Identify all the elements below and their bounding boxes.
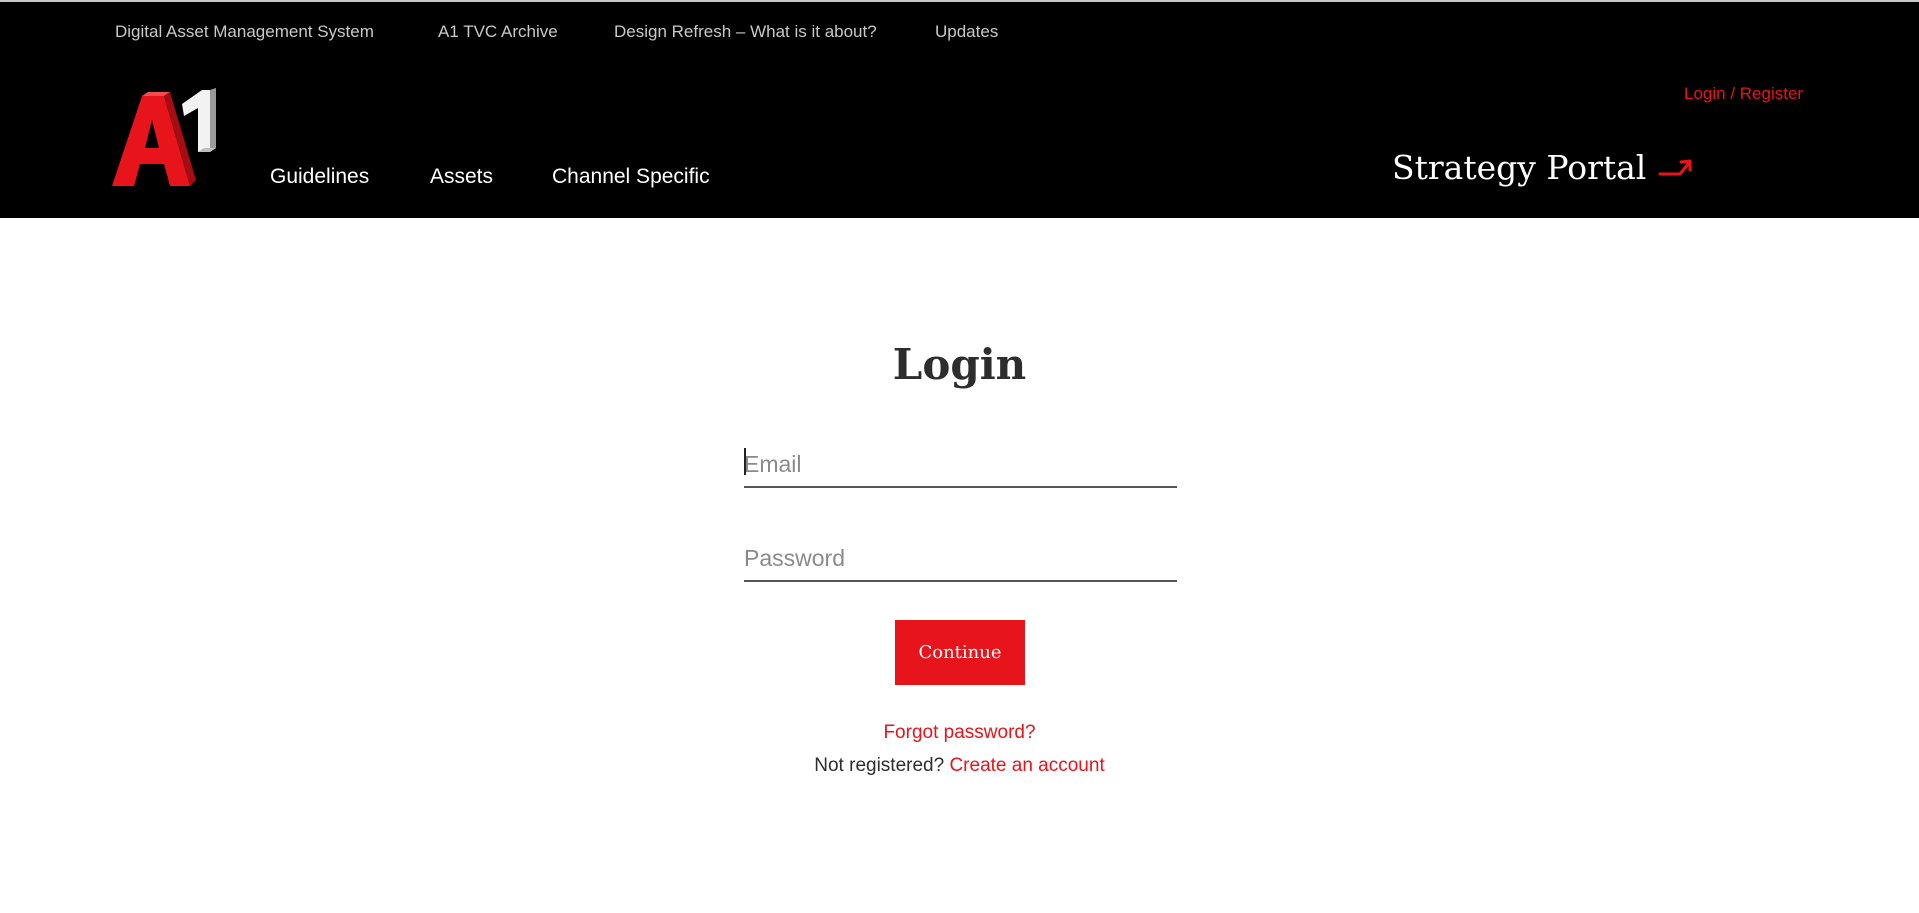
- arrow-up-right-icon: [1658, 159, 1692, 176]
- a1-logo[interactable]: [112, 82, 218, 192]
- login-title: Login: [892, 340, 1027, 389]
- nav-channel-specific[interactable]: Channel Specific: [552, 164, 710, 190]
- text-caret: [744, 448, 746, 475]
- login-register-link[interactable]: Login / Register: [1684, 83, 1803, 105]
- nav-assets[interactable]: Assets: [430, 164, 493, 190]
- util-nav-tvc-archive[interactable]: A1 TVC Archive: [438, 21, 558, 43]
- nav-guidelines[interactable]: Guidelines: [270, 164, 369, 190]
- email-field[interactable]: [744, 442, 1177, 488]
- create-account-link[interactable]: Create an account: [949, 755, 1104, 776]
- forgot-password-row: Forgot password?: [0, 721, 1919, 745]
- strategy-portal-link[interactable]: Strategy Portal: [1392, 148, 1694, 188]
- strategy-portal-label: Strategy Portal: [1392, 148, 1647, 187]
- forgot-password-link[interactable]: Forgot password?: [883, 722, 1035, 743]
- util-nav-updates[interactable]: Updates: [935, 21, 998, 43]
- site-header: Digital Asset Management System A1 TVC A…: [0, 2, 1919, 218]
- util-nav-design-refresh[interactable]: Design Refresh – What is it about?: [614, 21, 877, 43]
- password-field[interactable]: [744, 536, 1177, 582]
- util-nav-dams[interactable]: Digital Asset Management System: [115, 21, 374, 43]
- not-registered-text: Not registered?: [814, 755, 945, 776]
- continue-button[interactable]: Continue: [895, 620, 1025, 685]
- register-prompt: Not registered? Create an account: [0, 754, 1919, 778]
